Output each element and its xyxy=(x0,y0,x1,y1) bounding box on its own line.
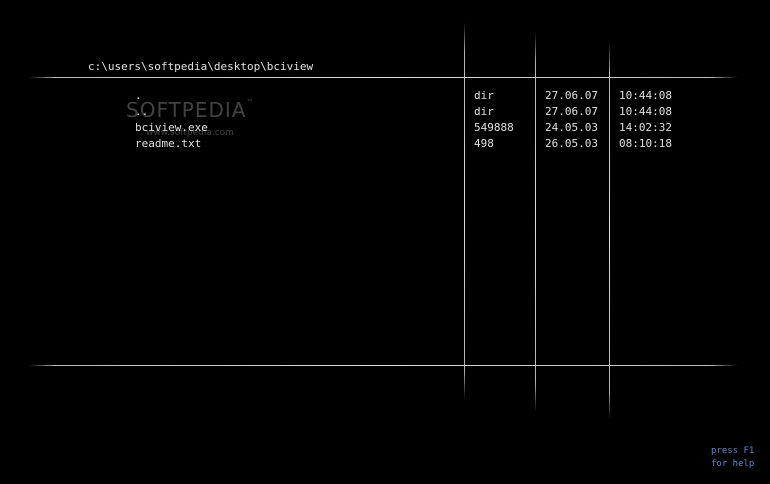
file-time: 10:44:08 xyxy=(619,89,672,102)
file-size: dir xyxy=(474,89,494,102)
size-column-divider xyxy=(464,22,465,400)
file-list: . dir 27.06.07 10:44:08 .. dir 27.06.07 … xyxy=(0,88,770,152)
file-time: 08:10:18 xyxy=(619,137,672,150)
file-size: 498 xyxy=(474,137,494,150)
file-row-parent-dir[interactable]: .. dir 27.06.07 10:44:08 xyxy=(0,104,770,120)
file-date: 27.06.07 xyxy=(545,89,598,102)
file-date: 24.05.03 xyxy=(545,121,598,134)
file-time: 10:44:08 xyxy=(619,105,672,118)
help-line-1: press F1 xyxy=(711,446,755,456)
file-row-readme-txt[interactable]: readme.txt 498 26.05.03 08:10:18 xyxy=(0,136,770,152)
file-row-current-dir[interactable]: . dir 27.06.07 10:44:08 xyxy=(0,88,770,104)
file-name: readme.txt xyxy=(135,137,202,150)
file-name: . xyxy=(135,89,142,102)
file-time: 14:02:32 xyxy=(619,121,672,134)
top-divider xyxy=(28,77,738,78)
current-path: c:\users\softpedia\desktop\bciview xyxy=(88,60,314,73)
file-row-bciview-exe[interactable]: bciview.exe 549888 24.05.03 14:02:32 xyxy=(0,120,770,136)
file-size: dir xyxy=(474,105,494,118)
help-hint: press F1 for help xyxy=(711,445,754,471)
file-date: 27.06.07 xyxy=(545,105,598,118)
file-name: bciview.exe xyxy=(135,121,208,134)
help-line-2: for help xyxy=(711,459,755,469)
file-name: .. xyxy=(135,105,149,118)
file-size: 549888 xyxy=(474,121,514,134)
bottom-divider xyxy=(28,365,738,366)
file-date: 26.05.03 xyxy=(545,137,598,150)
